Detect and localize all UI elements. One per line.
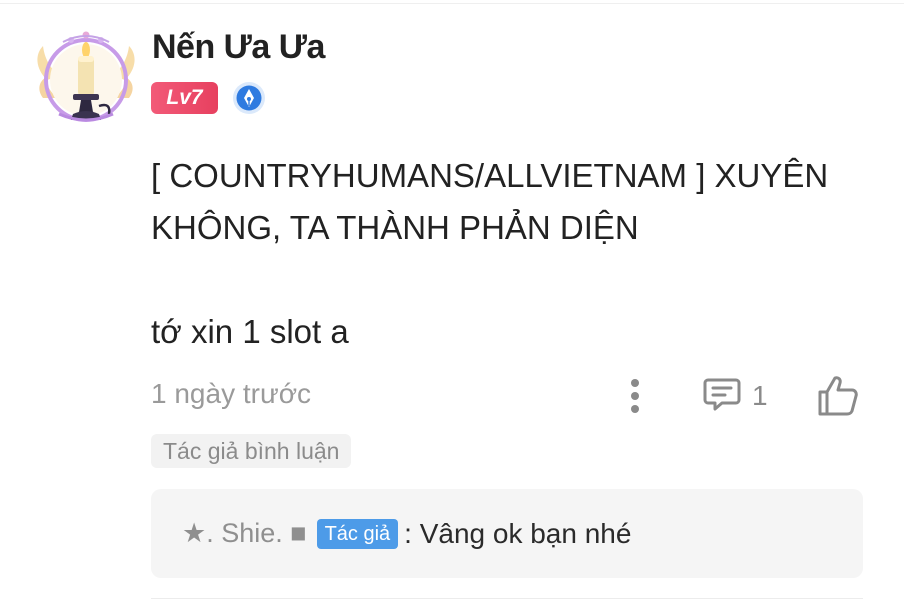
comment-card: Nến Ưa Ưa Lv7 [ COUNTRYHUMANS/ALLVIETNAM… (0, 0, 904, 600)
author-commented-tag: Tác giả bình luận (151, 434, 352, 468)
comment-text: [ COUNTRYHUMANS/ALLVIETNAM ] XUYÊN KHÔNG… (151, 157, 829, 350)
divider (151, 598, 863, 599)
candle-avatar-icon (37, 31, 135, 122)
thumbs-up-icon[interactable] (814, 372, 862, 420)
reply-count: 1 (752, 380, 768, 411)
reply-author[interactable]: ★. Shie. ■ (182, 518, 307, 549)
author-badge: Tác giả (316, 518, 399, 549)
level-badge: Lv7 (151, 82, 218, 114)
more-vertical-icon[interactable] (621, 376, 649, 416)
pen-medal-icon (232, 81, 266, 115)
comment-icon (702, 374, 742, 419)
user-avatar[interactable] (33, 28, 139, 128)
reply-text: : Vâng ok bạn nhé (404, 517, 632, 549)
reply-preview[interactable]: ★. Shie. ■ Tác giả : Vâng ok bạn nhé (151, 489, 863, 578)
timestamp: 1 ngày trước (151, 378, 312, 409)
reply-button[interactable]: 1 (702, 374, 768, 418)
divider (0, 3, 904, 4)
username[interactable]: Nến Ưa Ưa (152, 28, 325, 67)
